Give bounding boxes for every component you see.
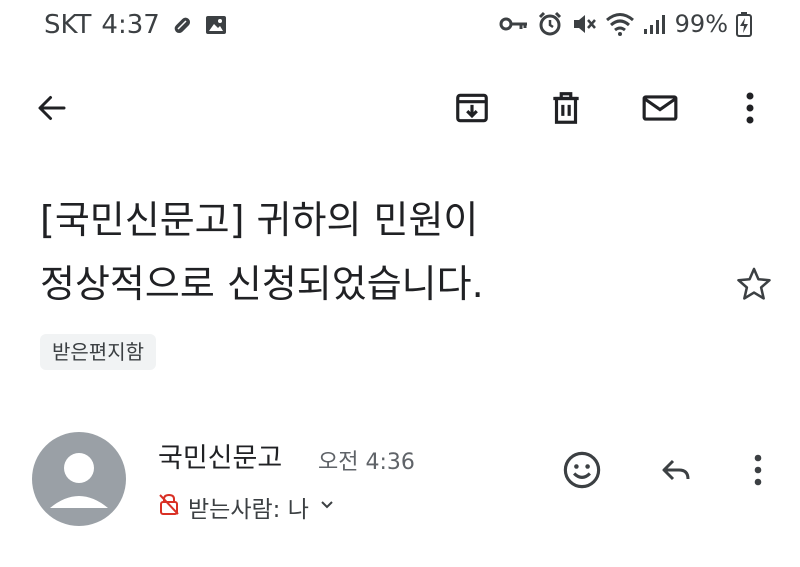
status-right: 99%	[499, 10, 752, 38]
mail-icon	[640, 89, 680, 131]
recipient-details-toggle[interactable]: 받는사람: 나	[158, 490, 337, 524]
attachment-icon	[170, 13, 194, 37]
emoji-reaction-button[interactable]	[556, 446, 608, 498]
chevron-down-icon	[317, 494, 337, 520]
archive-button[interactable]	[448, 86, 496, 134]
privacy-lock-icon	[158, 492, 180, 522]
email-subject: [국민신문고] 귀하의 민원이 정상적으로 신청되었습니다.	[40, 188, 700, 316]
status-left: SKT 4:37	[44, 10, 228, 40]
battery-charging-icon	[736, 11, 752, 37]
inbox-label-chip[interactable]: 받은편지함	[40, 334, 156, 370]
more-options-button[interactable]	[726, 86, 774, 134]
mute-icon	[571, 11, 597, 37]
recipient-label: 받는사람: 나	[188, 497, 309, 523]
trash-icon	[547, 89, 585, 131]
star-icon	[735, 265, 773, 307]
reply-button[interactable]	[650, 446, 702, 498]
delete-button[interactable]	[542, 86, 590, 134]
sender-name[interactable]: 국민신문고	[158, 436, 282, 475]
archive-icon	[453, 89, 491, 131]
signal-icon	[643, 12, 667, 36]
clock-label: 4:37	[101, 10, 160, 40]
back-button[interactable]	[28, 86, 76, 134]
alarm-icon	[537, 11, 563, 37]
sender-more-button[interactable]	[732, 446, 784, 498]
mark-unread-button[interactable]	[636, 86, 684, 134]
email-time: 오전 4:36	[318, 450, 415, 475]
reply-icon	[656, 452, 696, 492]
key-icon	[499, 14, 529, 34]
wifi-icon	[605, 11, 635, 37]
person-icon	[32, 453, 126, 526]
battery-percent: 99%	[674, 10, 728, 38]
back-arrow-icon	[34, 90, 70, 130]
status-bar: SKT 4:37 99%	[0, 0, 800, 52]
image-icon	[204, 13, 228, 37]
toolbar	[0, 78, 800, 142]
star-button[interactable]	[730, 262, 778, 310]
smiley-icon	[561, 449, 603, 495]
more-vertical-icon	[745, 91, 755, 129]
more-vertical-icon	[753, 454, 763, 490]
carrier-label: SKT	[44, 10, 92, 40]
avatar[interactable]	[32, 432, 126, 526]
subject-line-2: 정상적으로 신청되었습니다.	[40, 262, 484, 306]
subject-line-1: [국민신문고] 귀하의 민원이	[40, 198, 479, 242]
